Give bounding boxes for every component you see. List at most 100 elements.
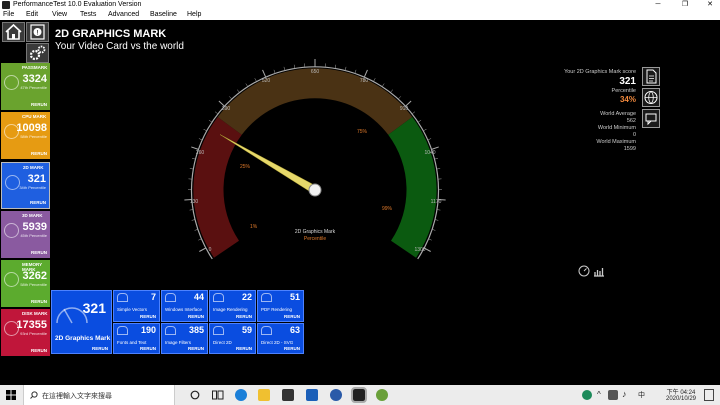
- menu-file[interactable]: File: [3, 10, 14, 20]
- gauge-tick: [335, 64, 337, 69]
- info-button[interactable]: !: [26, 22, 49, 42]
- tick-label: 910: [400, 106, 409, 112]
- cortana-icon[interactable]: [190, 390, 200, 400]
- bigtile-value: 321: [82, 300, 106, 316]
- subtest-value: 63: [289, 325, 300, 335]
- rerun-button[interactable]: RERUN: [236, 314, 252, 319]
- info-icon: !: [30, 24, 45, 40]
- subtest-direct-2d-svg[interactable]: 63 Direct 2D - SVG RERUN: [257, 323, 304, 354]
- store-icon[interactable]: [282, 389, 294, 401]
- chevron-up-icon[interactable]: ^: [597, 390, 601, 399]
- gauge-tick: [436, 168, 441, 170]
- gauge-tick: [412, 111, 416, 115]
- subtest-icon: [261, 293, 272, 302]
- page-title: 2D GRAPHICS MARK: [55, 28, 167, 40]
- subtest-name: Image Rendering: [213, 307, 248, 312]
- menu-baseline[interactable]: Baseline: [150, 10, 177, 20]
- taskbar-search[interactable]: 在這裡輸入文字來搜尋: [23, 385, 175, 405]
- rerun-button[interactable]: RERUN: [31, 102, 47, 107]
- rerun-button[interactable]: RERUN: [284, 346, 300, 351]
- gauge-tick: [363, 69, 368, 78]
- task-view-icon[interactable]: [212, 390, 224, 400]
- subtest-windows-interface[interactable]: 44 Windows Interface RERUN: [161, 290, 208, 322]
- rerun-button[interactable]: RERUN: [92, 346, 108, 351]
- minimize-button[interactable]: ─: [648, 0, 668, 10]
- rerun-button[interactable]: RERUN: [188, 314, 204, 319]
- ime-indicator[interactable]: 中: [638, 390, 645, 400]
- subtest-image-rendering[interactable]: 22 Image Rendering RERUN: [209, 290, 256, 322]
- tile-value: 5939: [22, 221, 47, 233]
- speedometer-icon[interactable]: [578, 265, 590, 277]
- menu-edit[interactable]: Edit: [26, 10, 38, 20]
- tick-label: 0: [209, 247, 212, 253]
- world-minimum-label: World Minimum: [597, 125, 636, 131]
- world-button[interactable]: [642, 88, 660, 107]
- rerun-button[interactable]: RERUN: [236, 346, 252, 351]
- sidebar-tile-passmark[interactable]: PASSMARK 3324 47th Percentile RERUN: [1, 63, 50, 110]
- sidebar-tile-memory[interactable]: MEMORY MARK 3262 58th Percentile RERUN: [1, 260, 50, 307]
- tile-percentile: 34th Percentile: [19, 185, 46, 190]
- network-icon[interactable]: [608, 390, 618, 400]
- windows-start-icon[interactable]: [6, 390, 16, 400]
- world-average-value: 562: [626, 118, 636, 124]
- menu-tests[interactable]: Tests: [80, 10, 96, 20]
- sidebar-tile-cpu[interactable]: CPU MARK 10098 58th Percentile RERUN: [1, 112, 50, 159]
- world-maximum-value: 1599: [623, 146, 636, 152]
- subtest-direct-2d[interactable]: 59 Direct 2D RERUN: [209, 323, 256, 354]
- subtest-value: 385: [188, 325, 204, 335]
- globe-icon: [644, 91, 658, 105]
- tray-app-icon[interactable]: [582, 390, 592, 400]
- taskbar-date[interactable]: 2020/10/29: [663, 396, 699, 402]
- subtest-value: 51: [289, 292, 300, 302]
- gauge-title: 2D Graphics Mark: [295, 229, 336, 235]
- subtest-name: Direct 2D - SVG: [261, 340, 294, 345]
- rerun-button[interactable]: RERUN: [31, 250, 47, 255]
- app-icon-blue[interactable]: [330, 389, 342, 401]
- menu-view[interactable]: View: [52, 10, 67, 20]
- compare-button[interactable]: [642, 109, 660, 128]
- tile-percentile: 45th Percentile: [20, 233, 47, 238]
- gauge-tick: [273, 69, 276, 74]
- subtest-image-filters[interactable]: 385 Image Filters RERUN: [161, 323, 208, 354]
- 2d-graphics-mark-tile[interactable]: 321 2D Graphics Mark RERUN: [51, 290, 112, 354]
- edge-icon[interactable]: [235, 389, 247, 401]
- band-mid: [217, 68, 413, 135]
- tile-value: 321: [27, 173, 46, 185]
- document-button[interactable]: [642, 67, 660, 86]
- rerun-button[interactable]: RERUN: [140, 346, 156, 351]
- sidebar-tile-3d[interactable]: 3D MARK 5939 45th Percentile RERUN: [1, 211, 50, 258]
- settings-button[interactable]: [26, 43, 49, 63]
- app-icon-green[interactable]: [376, 389, 388, 401]
- maximize-button[interactable]: ❐: [675, 0, 695, 10]
- sidebar-tile-disk[interactable]: DISK MARK 17355 93rd Percentile RERUN: [1, 309, 50, 356]
- subtest-simple-vectors[interactable]: 7 Simple Vectors RERUN: [113, 290, 160, 322]
- rerun-button[interactable]: RERUN: [31, 151, 47, 156]
- subtest-icon: [165, 326, 176, 335]
- close-button[interactable]: ✕: [700, 0, 720, 10]
- performancetest-taskbar-icon[interactable]: [351, 387, 367, 403]
- notification-icon[interactable]: [704, 389, 714, 401]
- marker-99pct: 99%: [382, 206, 393, 212]
- menu-help[interactable]: Help: [187, 10, 201, 20]
- tick-label: 390: [222, 106, 231, 112]
- volume-icon[interactable]: ♪: [622, 389, 627, 399]
- tick-label: 260: [196, 150, 205, 156]
- page-subtitle: Your Video Card vs the world: [55, 41, 184, 52]
- chart-icon[interactable]: [593, 265, 605, 277]
- home-button[interactable]: [2, 22, 25, 42]
- rerun-button[interactable]: RERUN: [140, 314, 156, 319]
- taskbar-time[interactable]: 下午 04:24: [665, 387, 697, 396]
- file-explorer-icon[interactable]: [258, 389, 270, 401]
- rerun-button[interactable]: RERUN: [30, 200, 46, 205]
- rerun-button[interactable]: RERUN: [188, 346, 204, 351]
- rerun-button[interactable]: RERUN: [31, 299, 47, 304]
- rerun-button[interactable]: RERUN: [284, 314, 300, 319]
- marker-25pct: 25%: [240, 164, 251, 170]
- menu-advanced[interactable]: Advanced: [108, 10, 139, 20]
- subtest-pdf-rendering[interactable]: 51 PDF Rendering RERUN: [257, 290, 304, 322]
- mail-icon[interactable]: [306, 389, 318, 401]
- rerun-button[interactable]: RERUN: [31, 348, 47, 353]
- sidebar-tile-2d[interactable]: 2D MARK 321 34th Percentile RERUN: [1, 162, 50, 209]
- subtest-fonts-and-text[interactable]: 190 Fonts and Text RERUN: [113, 323, 160, 354]
- world-average-label: World Average: [600, 111, 636, 117]
